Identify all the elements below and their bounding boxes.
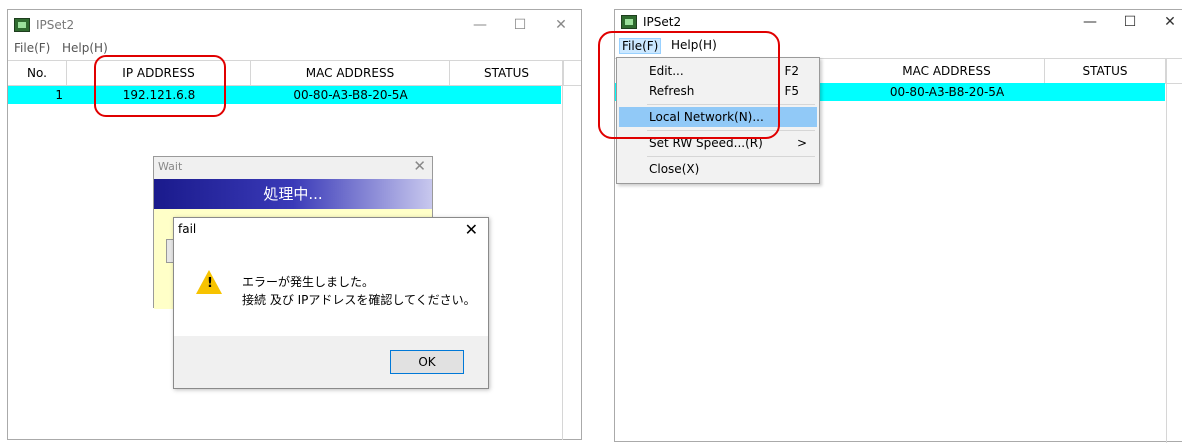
close-icon[interactable]: ✕ <box>465 220 478 239</box>
col-mac-address[interactable]: MAC ADDRESS <box>251 61 450 85</box>
maximize-icon[interactable]: ☐ <box>505 14 535 36</box>
col-no[interactable]: No. <box>8 61 67 85</box>
menu-item-shortcut: F5 <box>784 84 799 98</box>
fail-dialog-title: fail <box>178 222 197 236</box>
app-icon <box>621 15 637 29</box>
wait-dialog-title: Wait <box>158 160 183 173</box>
minimize-icon[interactable]: — <box>1075 11 1105 33</box>
left-title-bar[interactable]: IPSet2 — ☐ ✕ <box>8 10 581 40</box>
col-status[interactable]: STATUS <box>450 61 564 85</box>
table-row[interactable]: 1 192.121.6.8 00-80-A3-B8-20-5A <box>8 86 561 104</box>
maximize-icon[interactable]: ☐ <box>1115 11 1145 33</box>
cell-mac: 00-80-A3-B8-20-5A <box>889 85 1005 99</box>
cell-status <box>1045 83 1166 101</box>
col-status[interactable]: STATUS <box>1045 59 1166 83</box>
menu-file[interactable]: File(F) <box>12 41 52 55</box>
cell-no: 1 <box>55 88 63 102</box>
ok-button[interactable]: OK <box>390 350 464 374</box>
menu-item-shortcut: F2 <box>784 64 799 78</box>
right-window-title: IPSet2 <box>643 15 682 29</box>
minimize-icon[interactable]: — <box>465 14 495 36</box>
cell-mac: 00-80-A3-B8-20-5A <box>293 88 408 102</box>
close-icon[interactable]: ✕ <box>1155 11 1182 33</box>
close-icon[interactable]: ✕ <box>546 14 576 36</box>
warning-icon-mark: ! <box>207 276 213 291</box>
menu-help[interactable]: Help(H) <box>60 41 110 55</box>
menu-item-label: Close(X) <box>649 162 700 176</box>
fail-dialog: fail ✕ ! エラーが発生しました。 接続 及び IPアドレスを確認してくだ… <box>173 217 489 389</box>
left-menu-bar: File(F) Help(H) <box>8 40 581 58</box>
app-icon <box>14 18 30 32</box>
error-message-line2: 接続 及び IPアドレスを確認してください。 <box>242 293 476 307</box>
left-window-title: IPSet2 <box>36 18 75 32</box>
ip-address-callout <box>94 55 226 117</box>
file-menu-callout <box>598 31 780 139</box>
processing-banner: 処理中... <box>154 179 432 209</box>
menu-separator <box>647 156 815 157</box>
cell-status <box>450 86 564 104</box>
error-message-line1: エラーが発生しました。 <box>242 275 375 289</box>
col-mac-address[interactable]: MAC ADDRESS <box>849 59 1045 83</box>
menu-item-close[interactable]: Close(X) <box>619 159 817 179</box>
submenu-arrow-icon: > <box>796 136 807 150</box>
fail-dialog-footer: OK <box>174 336 488 388</box>
vertical-divider <box>1166 58 1167 443</box>
vertical-divider <box>562 60 563 440</box>
close-icon[interactable]: ✕ <box>413 157 426 175</box>
